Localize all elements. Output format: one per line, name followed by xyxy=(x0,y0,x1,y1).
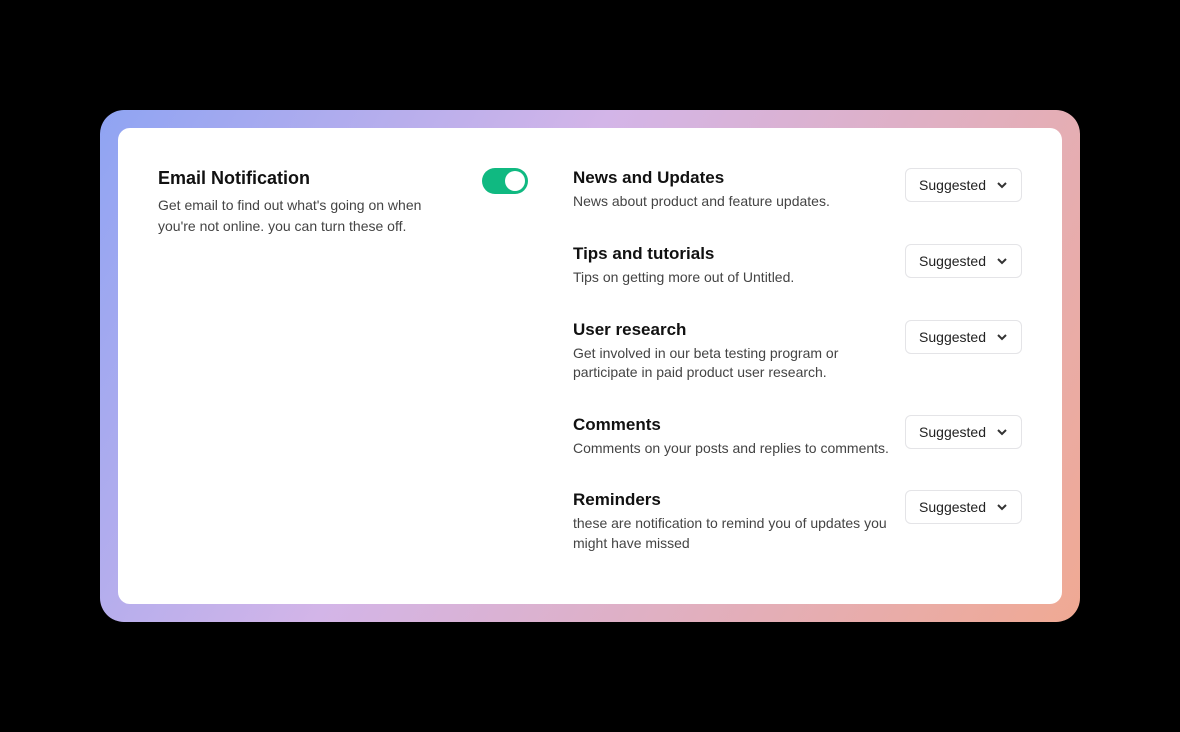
email-notification-description: Get email to find out what's going on wh… xyxy=(158,195,462,236)
setting-title: News and Updates xyxy=(573,168,893,188)
chevron-down-icon xyxy=(996,179,1008,191)
dropdown-label: Suggested xyxy=(919,499,986,515)
setting-title: Reminders xyxy=(573,490,893,510)
chevron-down-icon xyxy=(996,331,1008,343)
chevron-down-icon xyxy=(996,501,1008,513)
setting-text: Comments Comments on your posts and repl… xyxy=(573,415,893,459)
setting-description: Tips on getting more out of Untitled. xyxy=(573,268,893,288)
dropdown-research[interactable]: Suggested xyxy=(905,320,1022,354)
setting-title: Tips and tutorials xyxy=(573,244,893,264)
setting-row-research: User research Get involved in our beta t… xyxy=(573,320,1022,383)
dropdown-label: Suggested xyxy=(919,253,986,269)
dropdown-news[interactable]: Suggested xyxy=(905,168,1022,202)
email-notification-title: Email Notification xyxy=(158,168,462,189)
setting-text: Tips and tutorials Tips on getting more … xyxy=(573,244,893,288)
setting-title: User research xyxy=(573,320,893,340)
email-notification-toggle[interactable] xyxy=(482,168,528,194)
setting-row-reminders: Reminders these are notification to remi… xyxy=(573,490,1022,553)
dropdown-tips[interactable]: Suggested xyxy=(905,244,1022,278)
left-column: Email Notification Get email to find out… xyxy=(158,168,528,553)
gradient-frame: Email Notification Get email to find out… xyxy=(100,110,1080,621)
setting-text: User research Get involved in our beta t… xyxy=(573,320,893,383)
setting-description: Get involved in our beta testing program… xyxy=(573,344,893,383)
chevron-down-icon xyxy=(996,255,1008,267)
dropdown-reminders[interactable]: Suggested xyxy=(905,490,1022,524)
setting-description: News about product and feature updates. xyxy=(573,192,893,212)
setting-row-comments: Comments Comments on your posts and repl… xyxy=(573,415,1022,459)
dropdown-label: Suggested xyxy=(919,177,986,193)
setting-row-news: News and Updates News about product and … xyxy=(573,168,1022,212)
dropdown-comments[interactable]: Suggested xyxy=(905,415,1022,449)
setting-description: these are notification to remind you of … xyxy=(573,514,893,553)
setting-description: Comments on your posts and replies to co… xyxy=(573,439,893,459)
setting-row-tips: Tips and tutorials Tips on getting more … xyxy=(573,244,1022,288)
dropdown-label: Suggested xyxy=(919,424,986,440)
toggle-knob xyxy=(505,171,525,191)
dropdown-label: Suggested xyxy=(919,329,986,345)
setting-text: News and Updates News about product and … xyxy=(573,168,893,212)
settings-card: Email Notification Get email to find out… xyxy=(118,128,1062,603)
setting-text: Reminders these are notification to remi… xyxy=(573,490,893,553)
right-column: News and Updates News about product and … xyxy=(573,168,1022,553)
chevron-down-icon xyxy=(996,426,1008,438)
email-notification-header: Email Notification Get email to find out… xyxy=(158,168,528,236)
setting-title: Comments xyxy=(573,415,893,435)
email-notification-text: Email Notification Get email to find out… xyxy=(158,168,462,236)
